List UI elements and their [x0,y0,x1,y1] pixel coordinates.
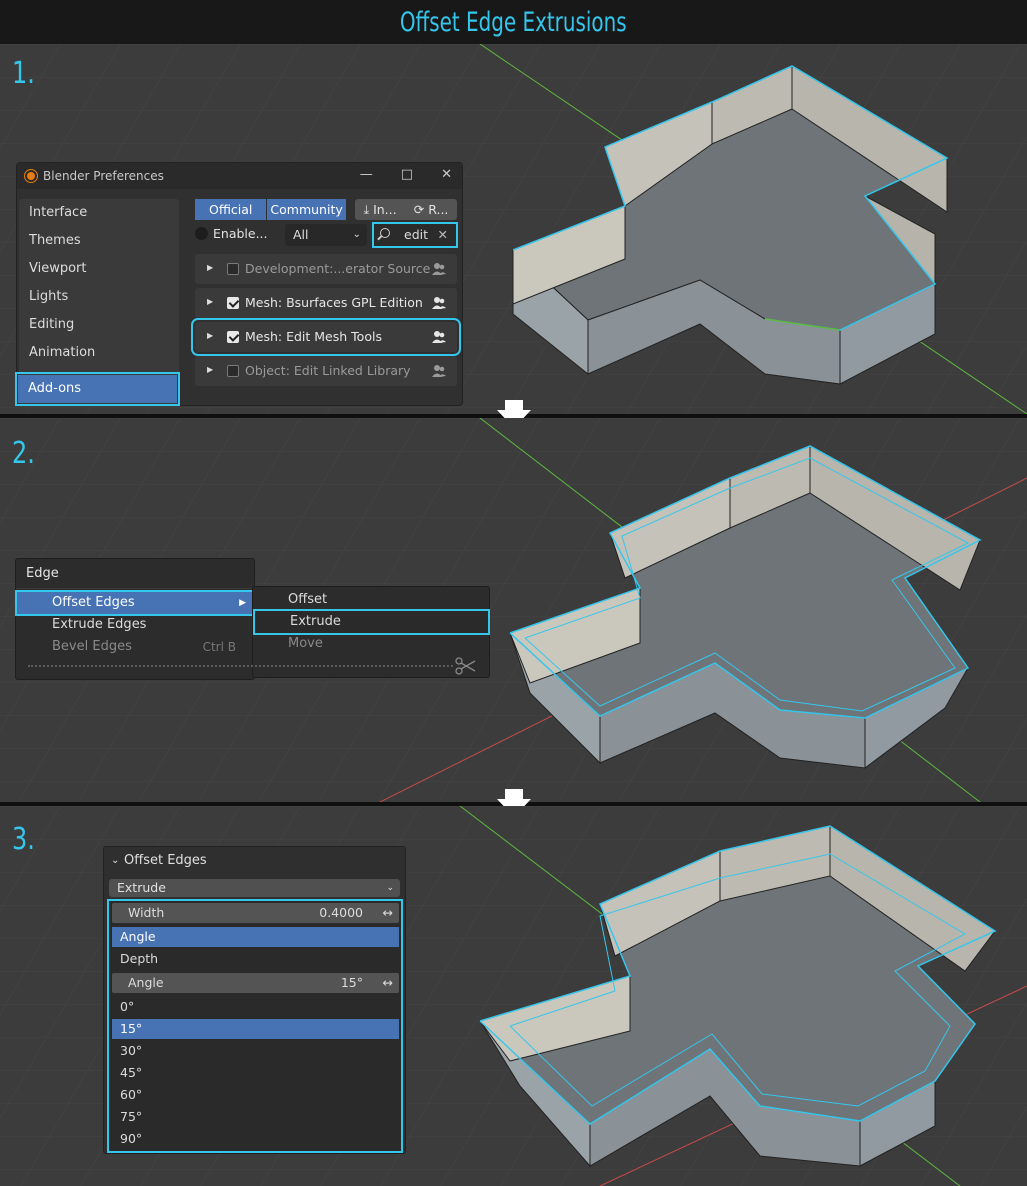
menu-item-bevel-edges[interactable]: Bevel Edges Ctrl B [17,636,254,658]
width-label: Width [128,905,165,920]
chevron-down-icon: ⌄ [111,855,120,866]
step-number: 3. [12,822,35,857]
menu-item-offset-edges[interactable]: Offset Edges ▶ [15,590,256,616]
step-2-panel: 2. Edge Offset Edges ▶ Extrude Edges Bev… [0,418,1027,802]
angle-label: Angle [128,975,164,990]
minimize-icon[interactable]: — [360,167,373,182]
angle-option-selected[interactable]: 15° [112,1019,399,1039]
sidebar-item-animation[interactable]: Animation [19,339,179,367]
submenu-arrow-icon: ▶ [239,598,246,608]
submenu-item-offset[interactable]: Offset [253,589,489,611]
submenu-item-move[interactable]: Move [253,633,489,655]
mode-value: Extrude [117,880,166,895]
sidebar-item-lights[interactable]: Lights [19,283,179,311]
angle-option[interactable]: 0° [112,997,399,1017]
mode-select[interactable]: Extrude ⌄ [109,879,400,897]
addon-row-highlighted[interactable]: ▶ Mesh: Edit Mesh Tools [191,318,461,356]
category-select[interactable]: All ⌄ [285,224,367,246]
menu-item-label: Extrude Edges [52,617,147,632]
preferences-window: Blender Preferences — □ ✕ Interface Them… [15,162,463,406]
addon-row[interactable]: ▶ Mesh: Bsurfaces GPL Edition [195,288,457,318]
clear-search-icon[interactable]: ✕ [438,224,448,246]
angle-value: 15° [340,975,363,990]
geometry-option-depth[interactable]: Depth [112,949,399,969]
menu-item-label: Bevel Edges [52,639,132,654]
tab-official[interactable]: Official [195,199,267,220]
addon-row[interactable]: ▶ Object: Edit Linked Library [195,356,457,386]
search-icon [380,228,390,238]
menu-item-label: Offset Edges [52,595,135,610]
addon-row[interactable]: ▶ Development:...erator Source [195,254,457,284]
offset-options-box: Width 0.4000 ↔ Angle Depth Angle 15° ↔ 0… [107,899,403,1153]
sidebar-item-interface[interactable]: Interface [19,199,179,227]
addon-label: Mesh: Edit Mesh Tools [245,329,382,344]
addon-label: Mesh: Bsurfaces GPL Edition [245,295,423,310]
chevron-down-icon: ⌄ [352,229,361,240]
scissors-icon[interactable] [455,657,477,675]
offset-edges-title: Offset Edges [124,853,207,868]
enabled-filter-toggle[interactable]: Enable... [195,226,268,241]
drag-arrows-icon: ↔ [382,905,393,920]
refresh-button[interactable]: ⟳ R... [414,202,449,217]
angle-option[interactable]: 30° [112,1041,399,1061]
toggle-radio-icon [195,227,208,240]
expand-arrow-icon[interactable]: ▶ [207,263,213,272]
step-number: 2. [12,436,35,471]
step-3-panel: 3. ⌄ Offset Edges Extrude ⌄ Width 0.4000… [0,806,1027,1186]
expand-arrow-icon[interactable]: ▶ [207,297,213,306]
community-user-icon [432,331,446,343]
angle-option[interactable]: 75° [112,1107,399,1127]
addon-label: Object: Edit Linked Library [245,363,411,378]
drag-arrows-icon: ↔ [382,975,393,990]
page-title: Offset Edge Extrusions [400,6,627,38]
preferences-title: Blender Preferences [43,169,164,183]
menu-separator [28,665,453,790]
edge-menu-header: Edge [16,559,254,589]
title-bar: Offset Edge Extrusions [0,0,1027,44]
angle-option[interactable]: 90° [112,1129,399,1149]
submenu-item-extrude[interactable]: Extrude [253,609,490,635]
edge-menu: Edge Offset Edges ▶ Extrude Edges Bevel … [15,558,256,680]
menu-item-shortcut: Ctrl B [202,640,236,654]
angle-field[interactable]: Angle 15° ↔ [112,973,399,993]
menu-item-extrude-edges[interactable]: Extrude Edges [17,614,254,636]
install-button[interactable]: ⤓ In... [364,202,397,218]
sidebar-item-viewport[interactable]: Viewport [19,255,179,283]
step-1-panel: 1. Blender Preferences — □ ✕ Interface T… [0,44,1027,416]
offset-edges-header[interactable]: ⌄ Offset Edges [104,847,405,875]
sidebar-item-addons[interactable]: Add-ons [15,372,180,406]
width-value: 0.4000 [319,905,363,920]
category-value: All [293,227,309,242]
geometry-option-angle[interactable]: Angle [112,927,399,947]
addon-label: Development:...erator Source [245,261,431,276]
width-field[interactable]: Width 0.4000 ↔ [112,903,399,923]
addon-checkbox[interactable] [227,297,239,309]
step-number: 1. [12,56,35,91]
search-value: edit [404,227,428,242]
close-icon[interactable]: ✕ [441,167,452,182]
community-user-icon [432,365,446,377]
addon-checkbox[interactable] [227,263,239,275]
sidebar-item-themes[interactable]: Themes [19,227,179,255]
expand-arrow-icon[interactable]: ▶ [207,331,213,340]
angle-option[interactable]: 45° [112,1063,399,1083]
maximize-icon[interactable]: □ [401,167,413,182]
search-input[interactable]: edit ✕ [372,222,458,248]
offset-edges-panel: ⌄ Offset Edges Extrude ⌄ Width 0.4000 ↔ … [103,846,406,1154]
community-user-icon [432,263,446,275]
enabled-filter-label: Enable... [213,226,268,241]
blender-logo-icon [25,170,37,182]
addon-checkbox[interactable] [227,331,239,343]
addon-checkbox[interactable] [227,365,239,377]
tab-community[interactable]: Community [267,199,346,220]
angle-option[interactable]: 60° [112,1085,399,1105]
chevron-down-icon: ⌄ [386,883,394,893]
sidebar-item-editing[interactable]: Editing [19,311,179,339]
community-user-icon [432,297,446,309]
expand-arrow-icon[interactable]: ▶ [207,365,213,374]
install-refresh-group: ⤓ In... ⟳ R... [355,199,457,220]
